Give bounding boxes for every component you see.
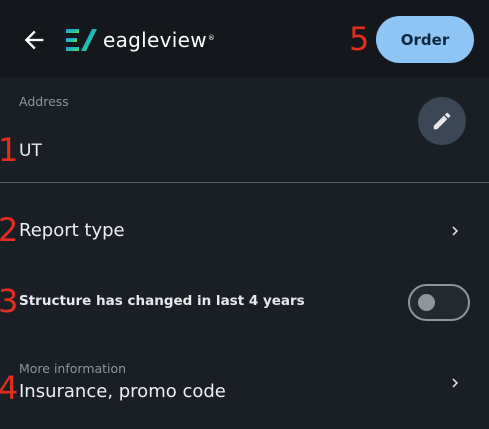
section-divider [0,182,489,183]
annotation-marker-report-type: 2 [0,211,19,249]
more-information-value: Insurance, promo code [19,381,226,402]
chevron-right-icon [452,226,458,236]
back-button[interactable] [20,26,48,54]
pencil-icon [433,112,451,130]
annotation-marker-structure: 3 [0,282,19,320]
top-app-bar: eagleview ® 5 Order [0,0,489,77]
more-information-label: More information [19,361,127,376]
annotation-marker-order: 5 [349,20,370,58]
toggle-knob [418,294,435,311]
report-type-row[interactable]: 2 Report type [0,208,489,254]
annotation-marker-more-info: 4 [0,369,19,407]
chevron-right-icon [452,378,458,388]
structure-changed-toggle[interactable] [408,284,470,321]
logo-wordmark: eagleview [103,28,207,52]
address-label: Address [19,94,69,109]
report-type-label: Report type [19,220,125,241]
address-value[interactable]: UT [19,141,42,161]
structure-changed-label: Structure has changed in last 4 years [19,293,305,309]
eagleview-logo: eagleview ® [66,26,215,54]
arrow-left-icon [24,30,44,50]
order-button[interactable]: Order [376,16,474,63]
edit-address-button[interactable] [418,97,466,145]
registered-trademark: ® [207,34,215,42]
annotation-marker-address: 1 [0,131,19,169]
eagleview-logo-mark [66,29,97,51]
